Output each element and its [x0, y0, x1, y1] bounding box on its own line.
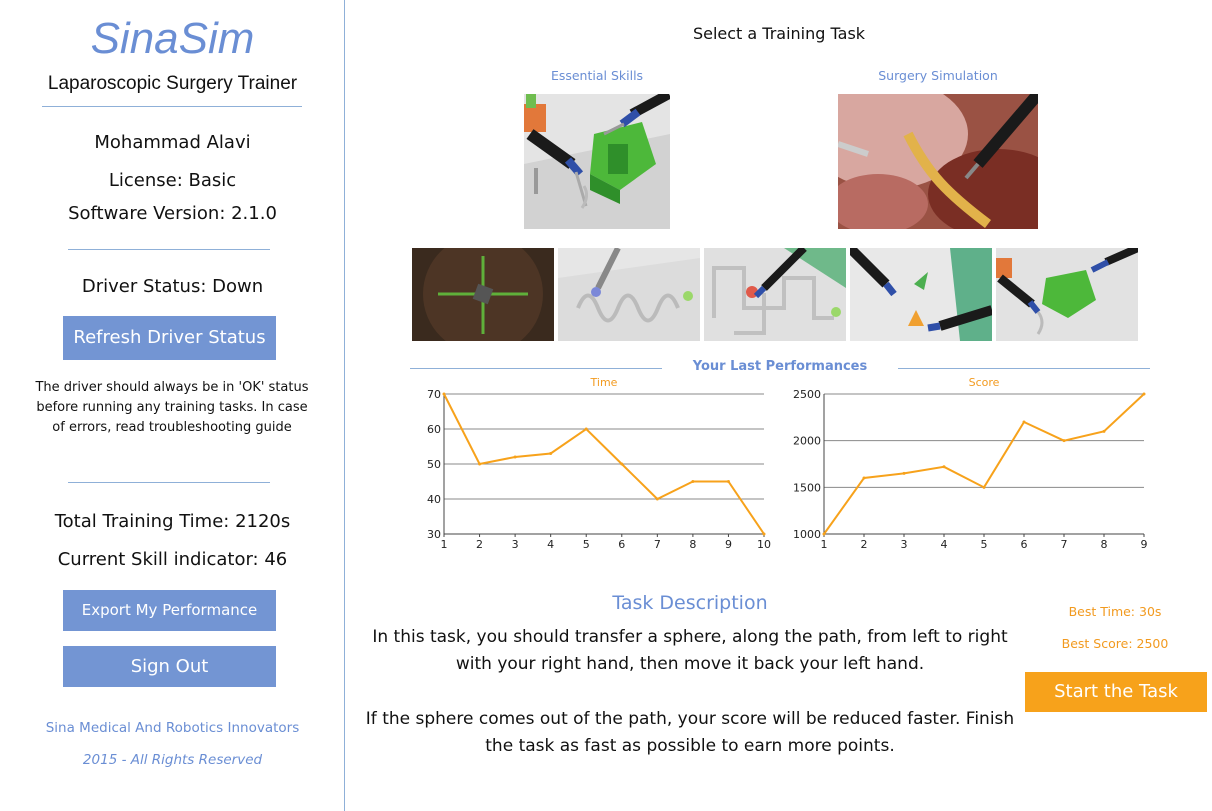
time-chart: Time 30 40 50 60 70 1 2 3 4 5 6 7 8 9 10	[427, 376, 771, 551]
user-name: Mohammad Alavi	[94, 132, 251, 153]
camera-target-task-thumbnail[interactable]	[412, 248, 554, 341]
task-description-title: Task Description	[612, 592, 768, 614]
x-tick-label: 6	[618, 538, 625, 551]
task-description-text: If the sphere comes out of the path, you…	[365, 709, 1015, 756]
x-tick-label: 5	[981, 538, 988, 551]
divider	[42, 106, 302, 107]
x-tick-label: 2	[476, 538, 483, 551]
data-point	[655, 497, 659, 501]
data-point	[902, 471, 906, 475]
data-point	[1022, 420, 1026, 424]
y-tick-label: 60	[427, 423, 441, 436]
data-point	[513, 455, 517, 459]
x-tick-label: 6	[1021, 538, 1028, 551]
task-description-text: In this task, you should transfer a sphe…	[372, 627, 1008, 674]
x-tick-label: 7	[654, 538, 661, 551]
data-point	[549, 452, 553, 455]
arrow-transfer-task-thumbnail[interactable]	[850, 248, 992, 341]
wire-path-task-thumbnail[interactable]	[558, 248, 700, 341]
x-tick-label: 1	[441, 538, 448, 551]
category-label-surgery-simulation: Surgery Simulation	[878, 68, 998, 83]
y-tick-label: 2500	[793, 388, 821, 401]
y-tick-label: 50	[427, 458, 441, 471]
surgery-simulation-thumbnail[interactable]	[838, 94, 1038, 229]
y-tick-label: 30	[427, 528, 441, 541]
category-label-essential-skills: Essential Skills	[550, 68, 644, 83]
copyright: 2015 - All Rights Reserved	[82, 752, 263, 768]
series-line	[823, 393, 1145, 535]
x-tick-label: 5	[583, 538, 590, 551]
refresh-driver-status-button[interactable]: Refresh Driver Status	[63, 316, 276, 360]
x-tick-label: 8	[689, 538, 696, 551]
sign-out-button[interactable]: Sign Out	[63, 646, 276, 687]
x-tick-label: 10	[757, 538, 771, 551]
app-subtitle: Laparoscopic Surgery Trainer	[47, 73, 298, 94]
maze-path-task-thumbnail[interactable]	[704, 248, 846, 341]
x-tick-label: 1	[821, 538, 828, 551]
divider	[68, 482, 270, 483]
y-tick-label: 70	[427, 388, 441, 401]
x-tick-label: 7	[1061, 538, 1068, 551]
driver-status: Driver Status: Down	[81, 276, 264, 297]
current-skill-indicator: Current Skill indicator: 46	[57, 549, 288, 570]
essential-skills-thumbnail[interactable]	[524, 94, 670, 229]
license-info: License: Basic	[108, 170, 237, 191]
data-point	[762, 532, 766, 536]
data-point	[862, 476, 866, 480]
divider	[410, 368, 662, 369]
y-tick-label: 1000	[793, 528, 821, 541]
divider	[898, 368, 1150, 369]
x-tick-label: 2	[861, 538, 868, 551]
total-training-time: Total Training Time: 2120s	[54, 511, 291, 532]
driver-note: The driver should always be in 'OK' stat…	[35, 380, 309, 435]
data-point	[1062, 439, 1066, 443]
x-tick-label: 3	[512, 538, 519, 551]
data-point	[442, 392, 446, 396]
data-point	[1102, 429, 1106, 433]
x-tick-label: 8	[1101, 538, 1108, 551]
y-tick-label: 2000	[793, 435, 821, 448]
app-title: SinaSim	[90, 14, 255, 63]
x-tick-label: 9	[1141, 538, 1148, 551]
data-point	[822, 532, 826, 536]
data-point	[620, 462, 624, 466]
y-tick-label: 40	[427, 493, 441, 506]
page-title: Select a Training Task	[692, 24, 866, 43]
best-score: Best Score: 2500	[1061, 636, 1169, 651]
data-point	[982, 485, 986, 489]
score-chart: Score 1000 1500 2000 2500 1 2 3 4 5 6 7 8 9	[793, 376, 1148, 551]
divider	[68, 249, 270, 250]
x-tick-label: 4	[547, 538, 554, 551]
chart-title: Time	[590, 376, 618, 389]
data-point	[726, 480, 730, 483]
chart-title: Score	[969, 376, 1000, 389]
sidebar: SinaSim Laparoscopic Surgery Trainer Moh…	[0, 0, 345, 811]
data-point	[478, 462, 482, 466]
y-tick-label: 1500	[793, 481, 821, 494]
x-tick-label: 3	[901, 538, 908, 551]
start-task-button[interactable]: Start the Task	[1025, 672, 1207, 712]
export-performance-button[interactable]: Export My Performance	[63, 590, 276, 631]
data-point	[691, 480, 695, 483]
x-tick-label: 9	[725, 538, 732, 551]
data-point	[1142, 392, 1146, 396]
peg-transfer-task-thumbnail[interactable]	[996, 248, 1138, 341]
software-version: Software Version: 2.1.0	[68, 203, 277, 224]
data-point	[942, 465, 946, 469]
company-name: Sina Medical And Robotics Innovators	[45, 720, 300, 736]
x-tick-label: 4	[941, 538, 948, 551]
data-point	[584, 427, 588, 431]
best-time: Best Time: 30s	[1068, 604, 1162, 619]
